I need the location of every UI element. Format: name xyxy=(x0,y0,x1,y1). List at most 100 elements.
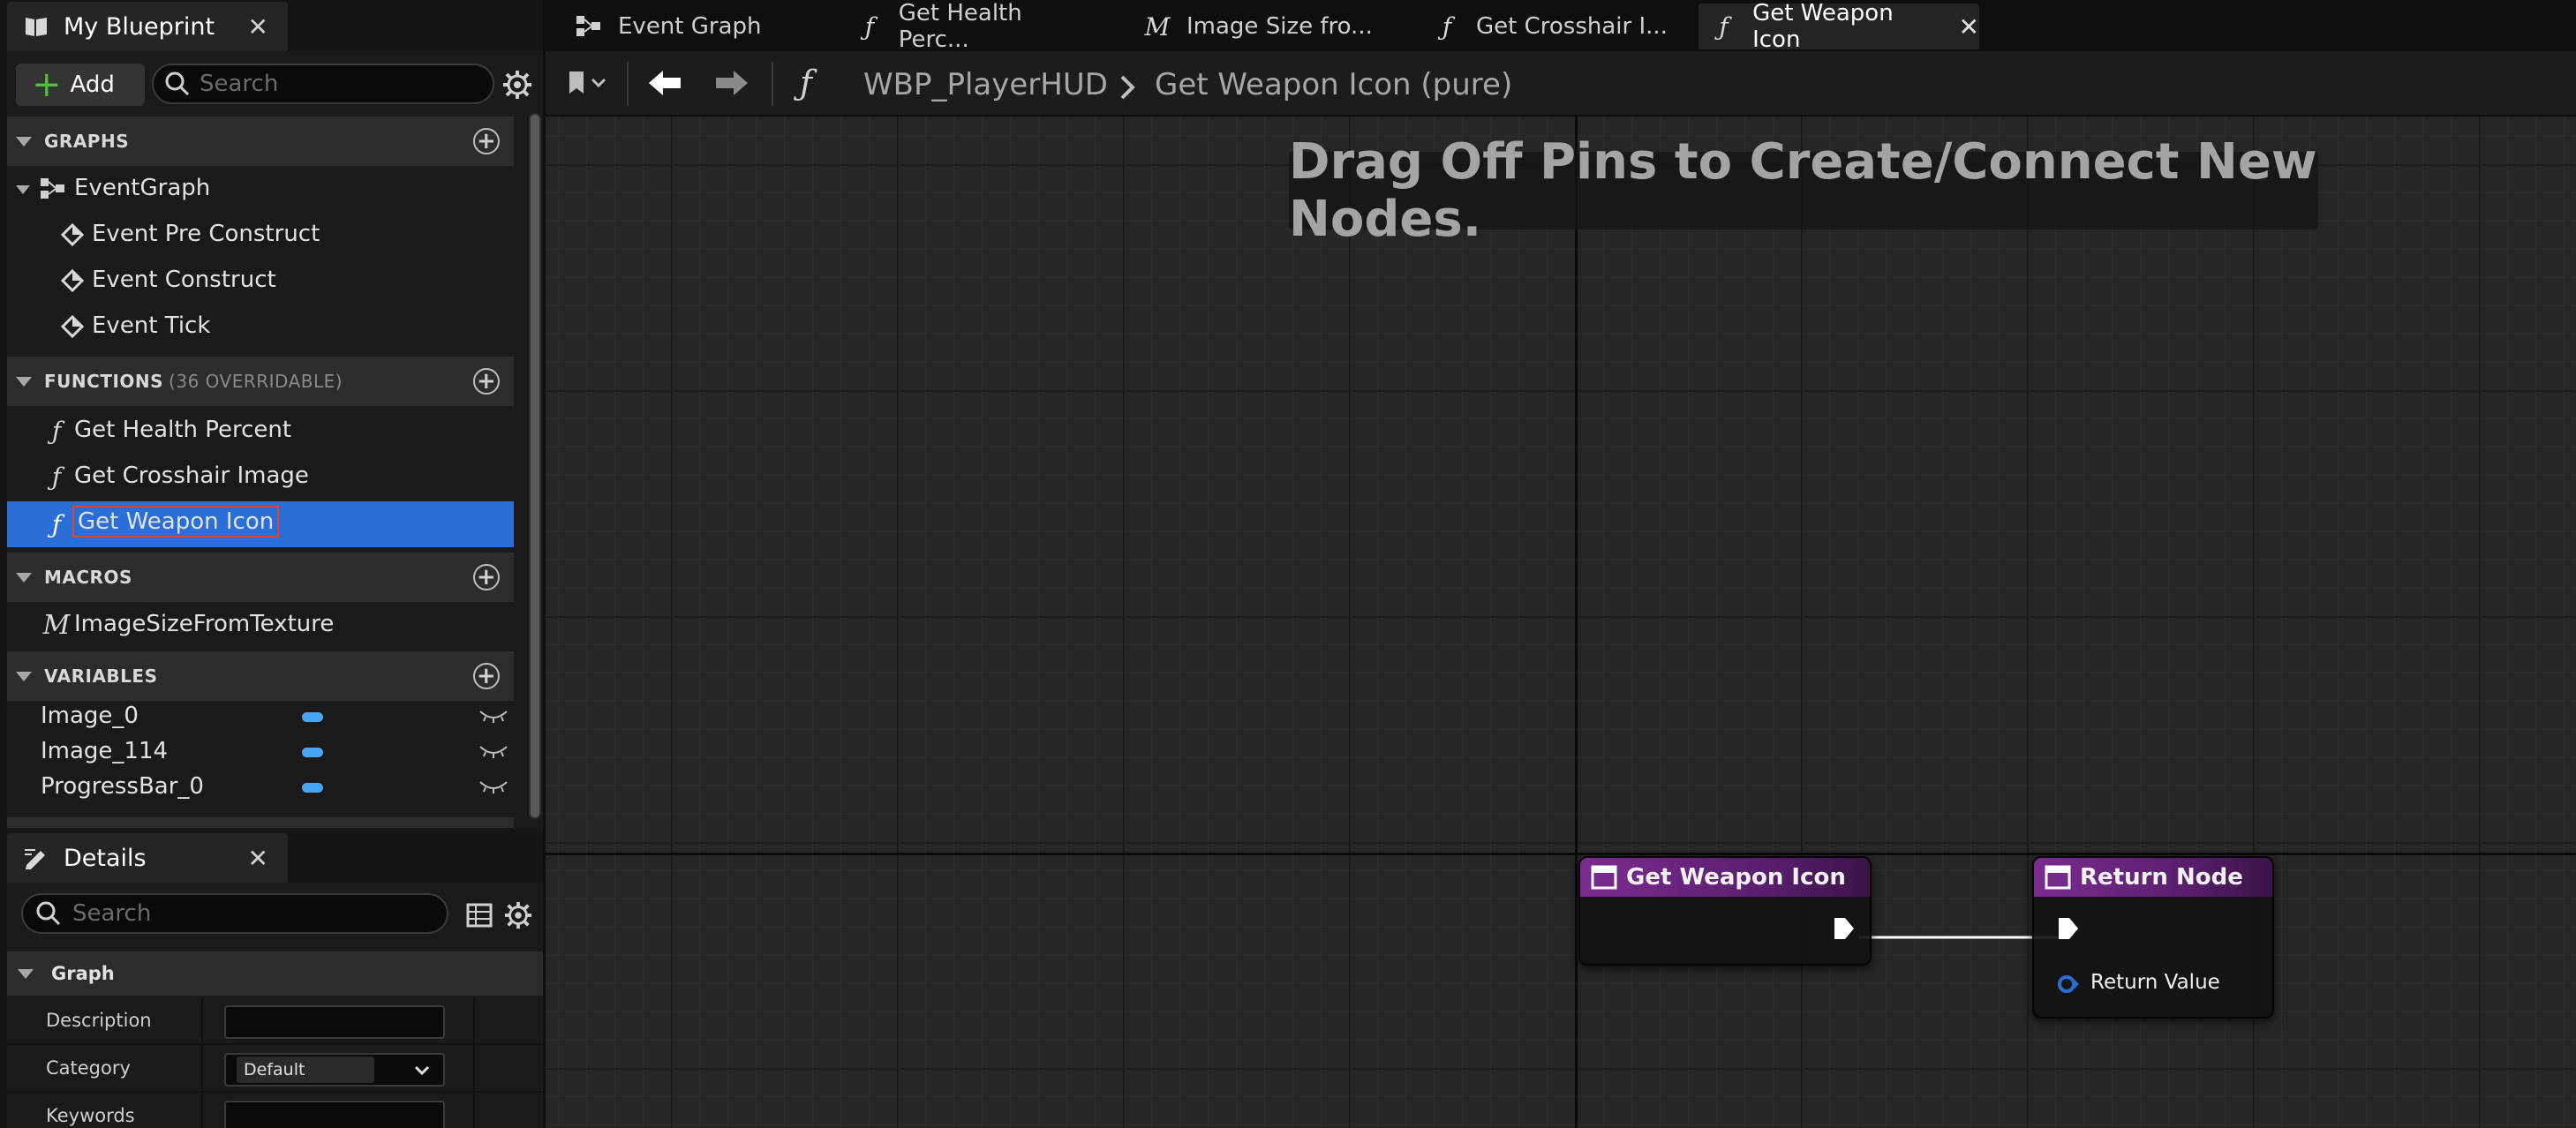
return-value-pin[interactable] xyxy=(2057,973,2080,996)
event-graph-icon xyxy=(576,13,602,40)
macros-section-label: MACROS xyxy=(44,567,132,588)
details-search-input[interactable] xyxy=(72,900,426,927)
gear-icon[interactable] xyxy=(503,900,533,930)
details-graph-section-header[interactable]: Graph xyxy=(7,951,543,996)
tree-item-function[interactable]: ƒ Get Health Percent xyxy=(7,408,514,454)
breadcrumb-blueprint[interactable]: WBP_PlayerHUD xyxy=(863,67,1108,102)
my-blueprint-panel: + Add GRAPHS + EventGraph xyxy=(7,51,543,828)
macro-label: ImageSizeFromTexture xyxy=(74,611,335,637)
variables-section-header[interactable]: VARIABLES + xyxy=(7,651,514,701)
chevron-right-icon xyxy=(1120,75,1135,100)
back-button[interactable] xyxy=(643,64,687,102)
close-icon[interactable]: ✕ xyxy=(1959,12,1979,41)
gear-icon[interactable] xyxy=(501,69,533,101)
tab-event-graph[interactable]: Event Graph xyxy=(561,4,791,49)
tree-item-variable[interactable]: Image_0 xyxy=(7,699,514,734)
macros-section-header[interactable]: MACROS + xyxy=(7,553,514,602)
tab-get-crosshair-image[interactable]: ƒ Get Crosshair I... xyxy=(1420,4,1676,49)
details-tab[interactable]: Details ✕ xyxy=(7,833,288,883)
event-label: Event Tick xyxy=(92,312,211,339)
toolbar-separator xyxy=(772,62,773,106)
table-view-icon[interactable] xyxy=(466,902,493,929)
function-node-icon xyxy=(2045,865,2071,890)
graph-canvas[interactable]: Drag Off Pins to Create/Connect New Node… xyxy=(546,117,2576,1128)
tab-image-size-from-texture[interactable]: M Image Size fro... xyxy=(1130,4,1386,49)
function-label: Get Crosshair Image xyxy=(74,462,309,489)
eye-closed-icon[interactable] xyxy=(478,743,508,761)
tree-item-variable[interactable]: Image_114 xyxy=(7,734,514,770)
description-label: Description xyxy=(46,1010,152,1031)
keywords-input[interactable] xyxy=(224,1101,445,1128)
function-icon: ƒ xyxy=(864,11,875,41)
return-node[interactable]: Return Node Return Value xyxy=(2032,856,2274,1019)
add-button[interactable]: + Add xyxy=(16,64,145,106)
add-macro-icon[interactable]: + xyxy=(473,564,500,590)
exec-output-pin[interactable] xyxy=(1833,916,1856,941)
tree-item-function-selected[interactable]: ƒ Get Weapon Icon xyxy=(7,501,514,547)
tree-item-event-pre-construct[interactable]: Event Pre Construct xyxy=(7,212,514,258)
add-function-icon[interactable]: + xyxy=(473,368,500,395)
add-graph-icon[interactable]: + xyxy=(473,128,500,154)
graphs-section-header[interactable]: GRAPHS + xyxy=(7,117,514,166)
my-blueprint-scrollbar[interactable] xyxy=(529,113,541,819)
graphs-section-label: GRAPHS xyxy=(44,131,130,152)
document-tab-bar: Event Graph ƒ Get Health Perc... M Image… xyxy=(546,0,2576,53)
category-row: Category Default xyxy=(7,1045,543,1093)
graph-origin-axis-horizontal xyxy=(546,853,2576,855)
function-icon: ƒ xyxy=(51,416,62,446)
my-blueprint-search-input[interactable] xyxy=(200,71,482,97)
tab-label: Get Health Perc... xyxy=(898,0,1022,53)
add-button-label: Add xyxy=(70,71,115,98)
column-divider xyxy=(473,1045,475,1093)
tree-item-event-graph[interactable]: EventGraph xyxy=(7,166,514,212)
eye-closed-icon[interactable] xyxy=(478,708,508,726)
close-icon[interactable]: ✕ xyxy=(248,12,268,41)
forward-button[interactable] xyxy=(710,64,754,102)
collapse-arrow-icon xyxy=(16,136,32,147)
tree-item-event-construct[interactable]: Event Construct xyxy=(7,258,514,304)
macro-icon: M xyxy=(1144,11,1171,41)
graph-hint-banner: Drag Off Pins to Create/Connect New Node… xyxy=(1289,133,2318,248)
breadcrumb-function[interactable]: Get Weapon Icon (pure) xyxy=(1155,67,1512,102)
my-blueprint-tab[interactable]: My Blueprint ✕ xyxy=(7,2,288,51)
functions-section-header[interactable]: FUNCTIONS (36 OVERRIDABLE) + xyxy=(7,357,514,406)
tree-item-variable[interactable]: ProgressBar_0 xyxy=(7,770,514,805)
collapse-arrow-icon xyxy=(18,968,34,979)
tree-item-function[interactable]: ƒ Get Crosshair Image xyxy=(7,454,514,500)
node-header: Return Node xyxy=(2034,858,2272,897)
function-entry-node[interactable]: Get Weapon Icon xyxy=(1578,856,1872,966)
details-search xyxy=(21,893,448,934)
scrollbar-thumb[interactable] xyxy=(531,115,539,817)
variables-section-label: VARIABLES xyxy=(44,666,158,687)
tree-item-macro[interactable]: M ImageSizeFromTexture xyxy=(7,602,514,648)
eye-closed-icon[interactable] xyxy=(478,778,508,796)
tab-label: Image Size fro... xyxy=(1186,13,1373,40)
functions-overridable-count: (36 OVERRIDABLE) xyxy=(169,371,343,392)
left-panels: My Blueprint ✕ + Add GRAPHS + xyxy=(0,0,543,1128)
chevron-down-icon xyxy=(414,1065,430,1076)
event-label: Event Pre Construct xyxy=(92,221,320,247)
graph-toolbar: ƒ WBP_PlayerHUD Get Weapon Icon (pure) xyxy=(546,51,2576,117)
tab-label: Get Weapon Icon xyxy=(1752,0,1894,53)
variable-label: ProgressBar_0 xyxy=(41,773,204,800)
category-combo[interactable]: Default xyxy=(224,1053,445,1087)
column-divider xyxy=(201,1093,203,1128)
description-input[interactable] xyxy=(224,1005,445,1039)
variable-type-pill xyxy=(302,748,323,757)
exec-input-pin[interactable] xyxy=(2057,916,2080,941)
column-divider xyxy=(201,1045,203,1093)
function-icon: ƒ xyxy=(800,64,813,102)
tab-get-weapon-icon[interactable]: ƒ Get Weapon Icon ✕ xyxy=(1699,0,1979,53)
close-icon[interactable]: ✕ xyxy=(248,844,268,873)
function-rename-field[interactable]: Get Weapon Icon xyxy=(72,506,280,538)
function-icon: ƒ xyxy=(1442,11,1452,41)
event-label: Event Construct xyxy=(92,267,276,293)
keywords-label: Keywords xyxy=(46,1105,135,1126)
tree-item-event-tick[interactable]: Event Tick xyxy=(7,304,514,350)
event-icon xyxy=(58,221,87,249)
bookmark-button[interactable] xyxy=(558,64,620,102)
event-icon xyxy=(58,312,87,341)
function-node-icon xyxy=(1591,865,1617,890)
tab-get-health-percent[interactable]: ƒ Get Health Perc... xyxy=(842,0,1098,53)
add-variable-icon[interactable]: + xyxy=(473,663,500,689)
